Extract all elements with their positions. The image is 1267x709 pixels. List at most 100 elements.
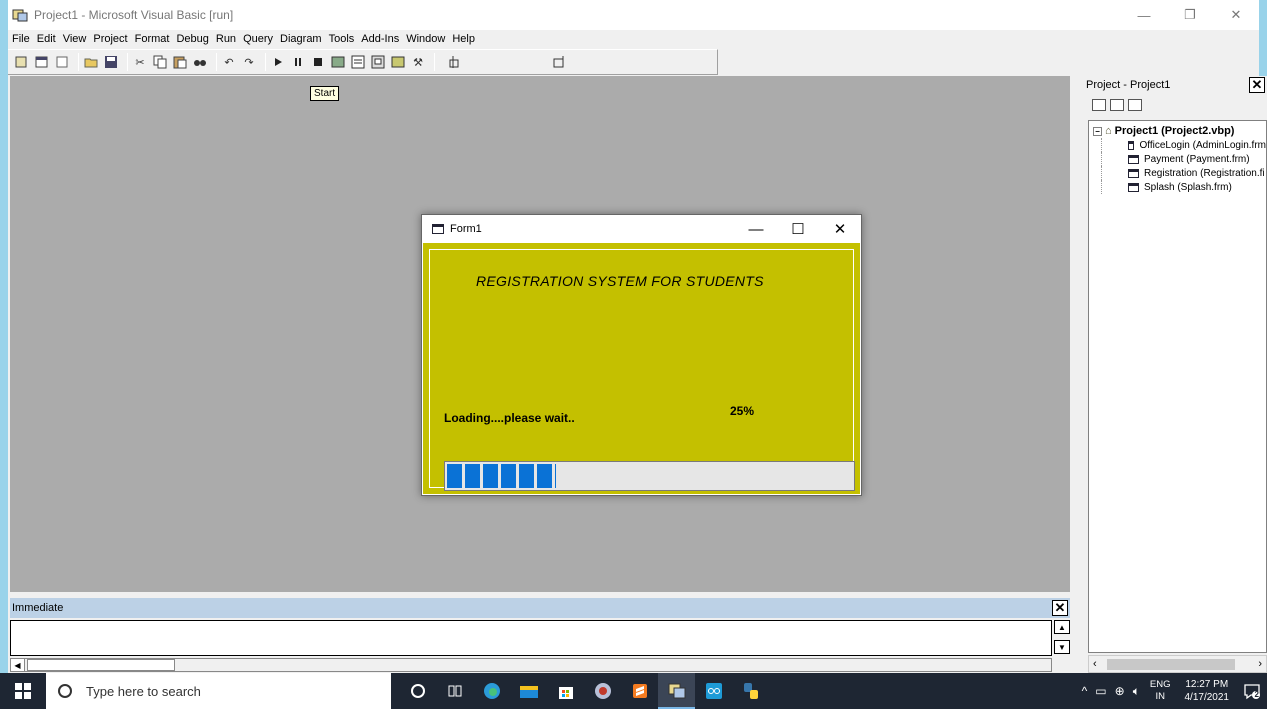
lang-bottom: IN [1155, 691, 1165, 702]
toolbar-separator [127, 53, 128, 71]
toolbox-icon[interactable]: ⚒ [410, 54, 426, 70]
minimize-button[interactable]: — [1121, 0, 1167, 30]
tree-item[interactable]: OfficeLogin (AdminLogin.frm [1101, 138, 1266, 152]
project-hscrollbar[interactable]: ‹ › [1088, 655, 1267, 673]
undo-icon[interactable]: ↶ [221, 54, 237, 70]
paste-icon[interactable] [172, 54, 188, 70]
form1-close-button[interactable]: ✕ [819, 215, 861, 243]
splash-panel: REGISTRATION SYSTEM FOR STUDENTS Loading… [423, 243, 860, 494]
scroll-left-icon[interactable]: ‹ [1093, 658, 1097, 670]
end-icon[interactable] [310, 54, 326, 70]
windows-icon [15, 683, 31, 699]
menu-query[interactable]: Query [243, 33, 273, 45]
scroll-right-icon[interactable]: › [1258, 658, 1262, 670]
menu-add-ins[interactable]: Add-Ins [361, 33, 399, 45]
store-icon[interactable] [547, 673, 584, 709]
project-explorer-close-button[interactable]: ✕ [1249, 77, 1265, 93]
cut-icon[interactable]: ✂ [132, 54, 148, 70]
properties-icon[interactable] [350, 54, 366, 70]
scroll-down-icon[interactable]: ▼ [1054, 640, 1070, 654]
menu-diagram[interactable]: Diagram [280, 33, 322, 45]
project-explorer: Project - Project1 ✕ − ⌂ Project1 (Proje… [1084, 76, 1267, 673]
menu-format[interactable]: Format [135, 33, 170, 45]
tree-item[interactable]: Payment (Payment.frm) [1101, 152, 1266, 166]
python-icon[interactable] [732, 673, 769, 709]
search-placeholder: Type here to search [86, 683, 201, 699]
menu-window[interactable]: Window [406, 33, 445, 45]
scroll-up-icon[interactable]: ▲ [1054, 620, 1070, 634]
system-tray: ^ ▭ ⊕ 🔈︎ ENG IN 12:27 PM 4/17/2021 2 [1078, 673, 1267, 709]
start-icon[interactable] [270, 54, 286, 70]
find-icon[interactable] [192, 54, 208, 70]
notification-center-button[interactable]: 2 [1237, 673, 1267, 709]
language-indicator[interactable]: ENG IN [1150, 679, 1171, 703]
file-explorer-icon[interactable] [510, 673, 547, 709]
visual-basic-taskbar-icon[interactable] [658, 673, 695, 709]
chevron-up-icon[interactable]: ^ [1082, 684, 1088, 698]
edge-icon[interactable] [473, 673, 510, 709]
menu-help[interactable]: Help [452, 33, 475, 45]
scroll-left-icon[interactable]: ◀ [11, 659, 25, 671]
app-icon-round[interactable] [584, 673, 621, 709]
open-icon[interactable] [83, 54, 99, 70]
form-layout-icon[interactable] [370, 54, 386, 70]
menu-run[interactable]: Run [216, 33, 236, 45]
form1-maximize-button[interactable]: ☐ [777, 215, 819, 243]
menu-project[interactable]: Project [93, 33, 127, 45]
form-icon [1128, 168, 1139, 178]
save-icon[interactable] [103, 54, 119, 70]
toggle-folders-icon[interactable] [1128, 99, 1142, 111]
scroll-thumb[interactable] [1107, 659, 1235, 670]
collapse-icon[interactable]: − [1093, 126, 1102, 136]
immediate-input[interactable] [10, 620, 1052, 656]
immediate-hscrollbar[interactable]: ◀ [10, 658, 1052, 672]
ide-title: Project1 - Microsoft Visual Basic [run] [34, 8, 234, 22]
task-view-icon[interactable] [436, 673, 473, 709]
scroll-thumb[interactable] [27, 659, 175, 671]
form1-minimize-button[interactable]: — [735, 215, 777, 243]
menu-file[interactable]: File [12, 33, 30, 45]
menu-debug[interactable]: Debug [176, 33, 208, 45]
immediate-vscrollbar[interactable]: ▲ ▼ [1054, 620, 1070, 656]
break-icon[interactable] [290, 54, 306, 70]
ide-titlebar: Project1 - Microsoft Visual Basic [run] … [8, 0, 1259, 30]
taskbar-search-box[interactable]: Type here to search [46, 673, 391, 709]
tree-item-label: OfficeLogin (AdminLogin.frm [1139, 139, 1266, 151]
arduino-icon[interactable] [695, 673, 732, 709]
close-button[interactable]: ✕ [1213, 0, 1259, 30]
tree-item[interactable]: Splash (Splash.frm) [1101, 180, 1266, 194]
restore-button[interactable]: ❐ [1167, 0, 1213, 30]
start-button[interactable] [0, 673, 46, 709]
form-icon [432, 224, 444, 234]
menu-edit[interactable]: Edit [37, 33, 56, 45]
object-browser-icon[interactable] [390, 54, 406, 70]
volume-icon[interactable]: 🔈︎ [1133, 684, 1140, 699]
copy-icon[interactable] [152, 54, 168, 70]
menu-bar: File Edit View Project Format Debug Run … [8, 30, 1259, 48]
menu-tools[interactable]: Tools [329, 33, 355, 45]
toolbar-separator [78, 53, 79, 71]
sublime-text-icon[interactable] [621, 673, 658, 709]
form1-titlebar[interactable]: Form1 — ☐ ✕ [422, 215, 861, 243]
immediate-close-button[interactable]: ✕ [1052, 600, 1068, 616]
add-project-icon[interactable] [14, 54, 30, 70]
form1-title: Form1 [450, 223, 482, 235]
ide-window: Project1 - Microsoft Visual Basic [run] … [0, 0, 1267, 673]
add-form-icon[interactable] [34, 54, 50, 70]
form-icon [1128, 154, 1139, 164]
view-code-icon[interactable] [1092, 99, 1106, 111]
menu-editor-icon[interactable] [54, 54, 70, 70]
project-explorer-title: Project - Project1 [1086, 79, 1171, 91]
cortana-icon[interactable] [399, 673, 436, 709]
battery-icon[interactable]: ▭ [1095, 684, 1106, 698]
taskbar-clock[interactable]: 12:27 PM 4/17/2021 [1185, 678, 1230, 704]
network-icon[interactable]: ⊕ [1115, 684, 1125, 698]
view-object-icon[interactable] [1110, 99, 1124, 111]
menu-view[interactable]: View [63, 33, 87, 45]
project-explorer-icon[interactable] [330, 54, 346, 70]
redo-icon[interactable]: ↷ [241, 54, 257, 70]
taskbar: Type here to search ^ ▭ ⊕ 🔈︎ ENG IN 12:2… [0, 673, 1267, 709]
tree-root[interactable]: − ⌂ Project1 (Project2.vbp) [1093, 124, 1266, 138]
tree-item[interactable]: Registration (Registration.fi [1101, 166, 1266, 180]
tree-root-label: Project1 (Project2.vbp) [1114, 125, 1235, 137]
